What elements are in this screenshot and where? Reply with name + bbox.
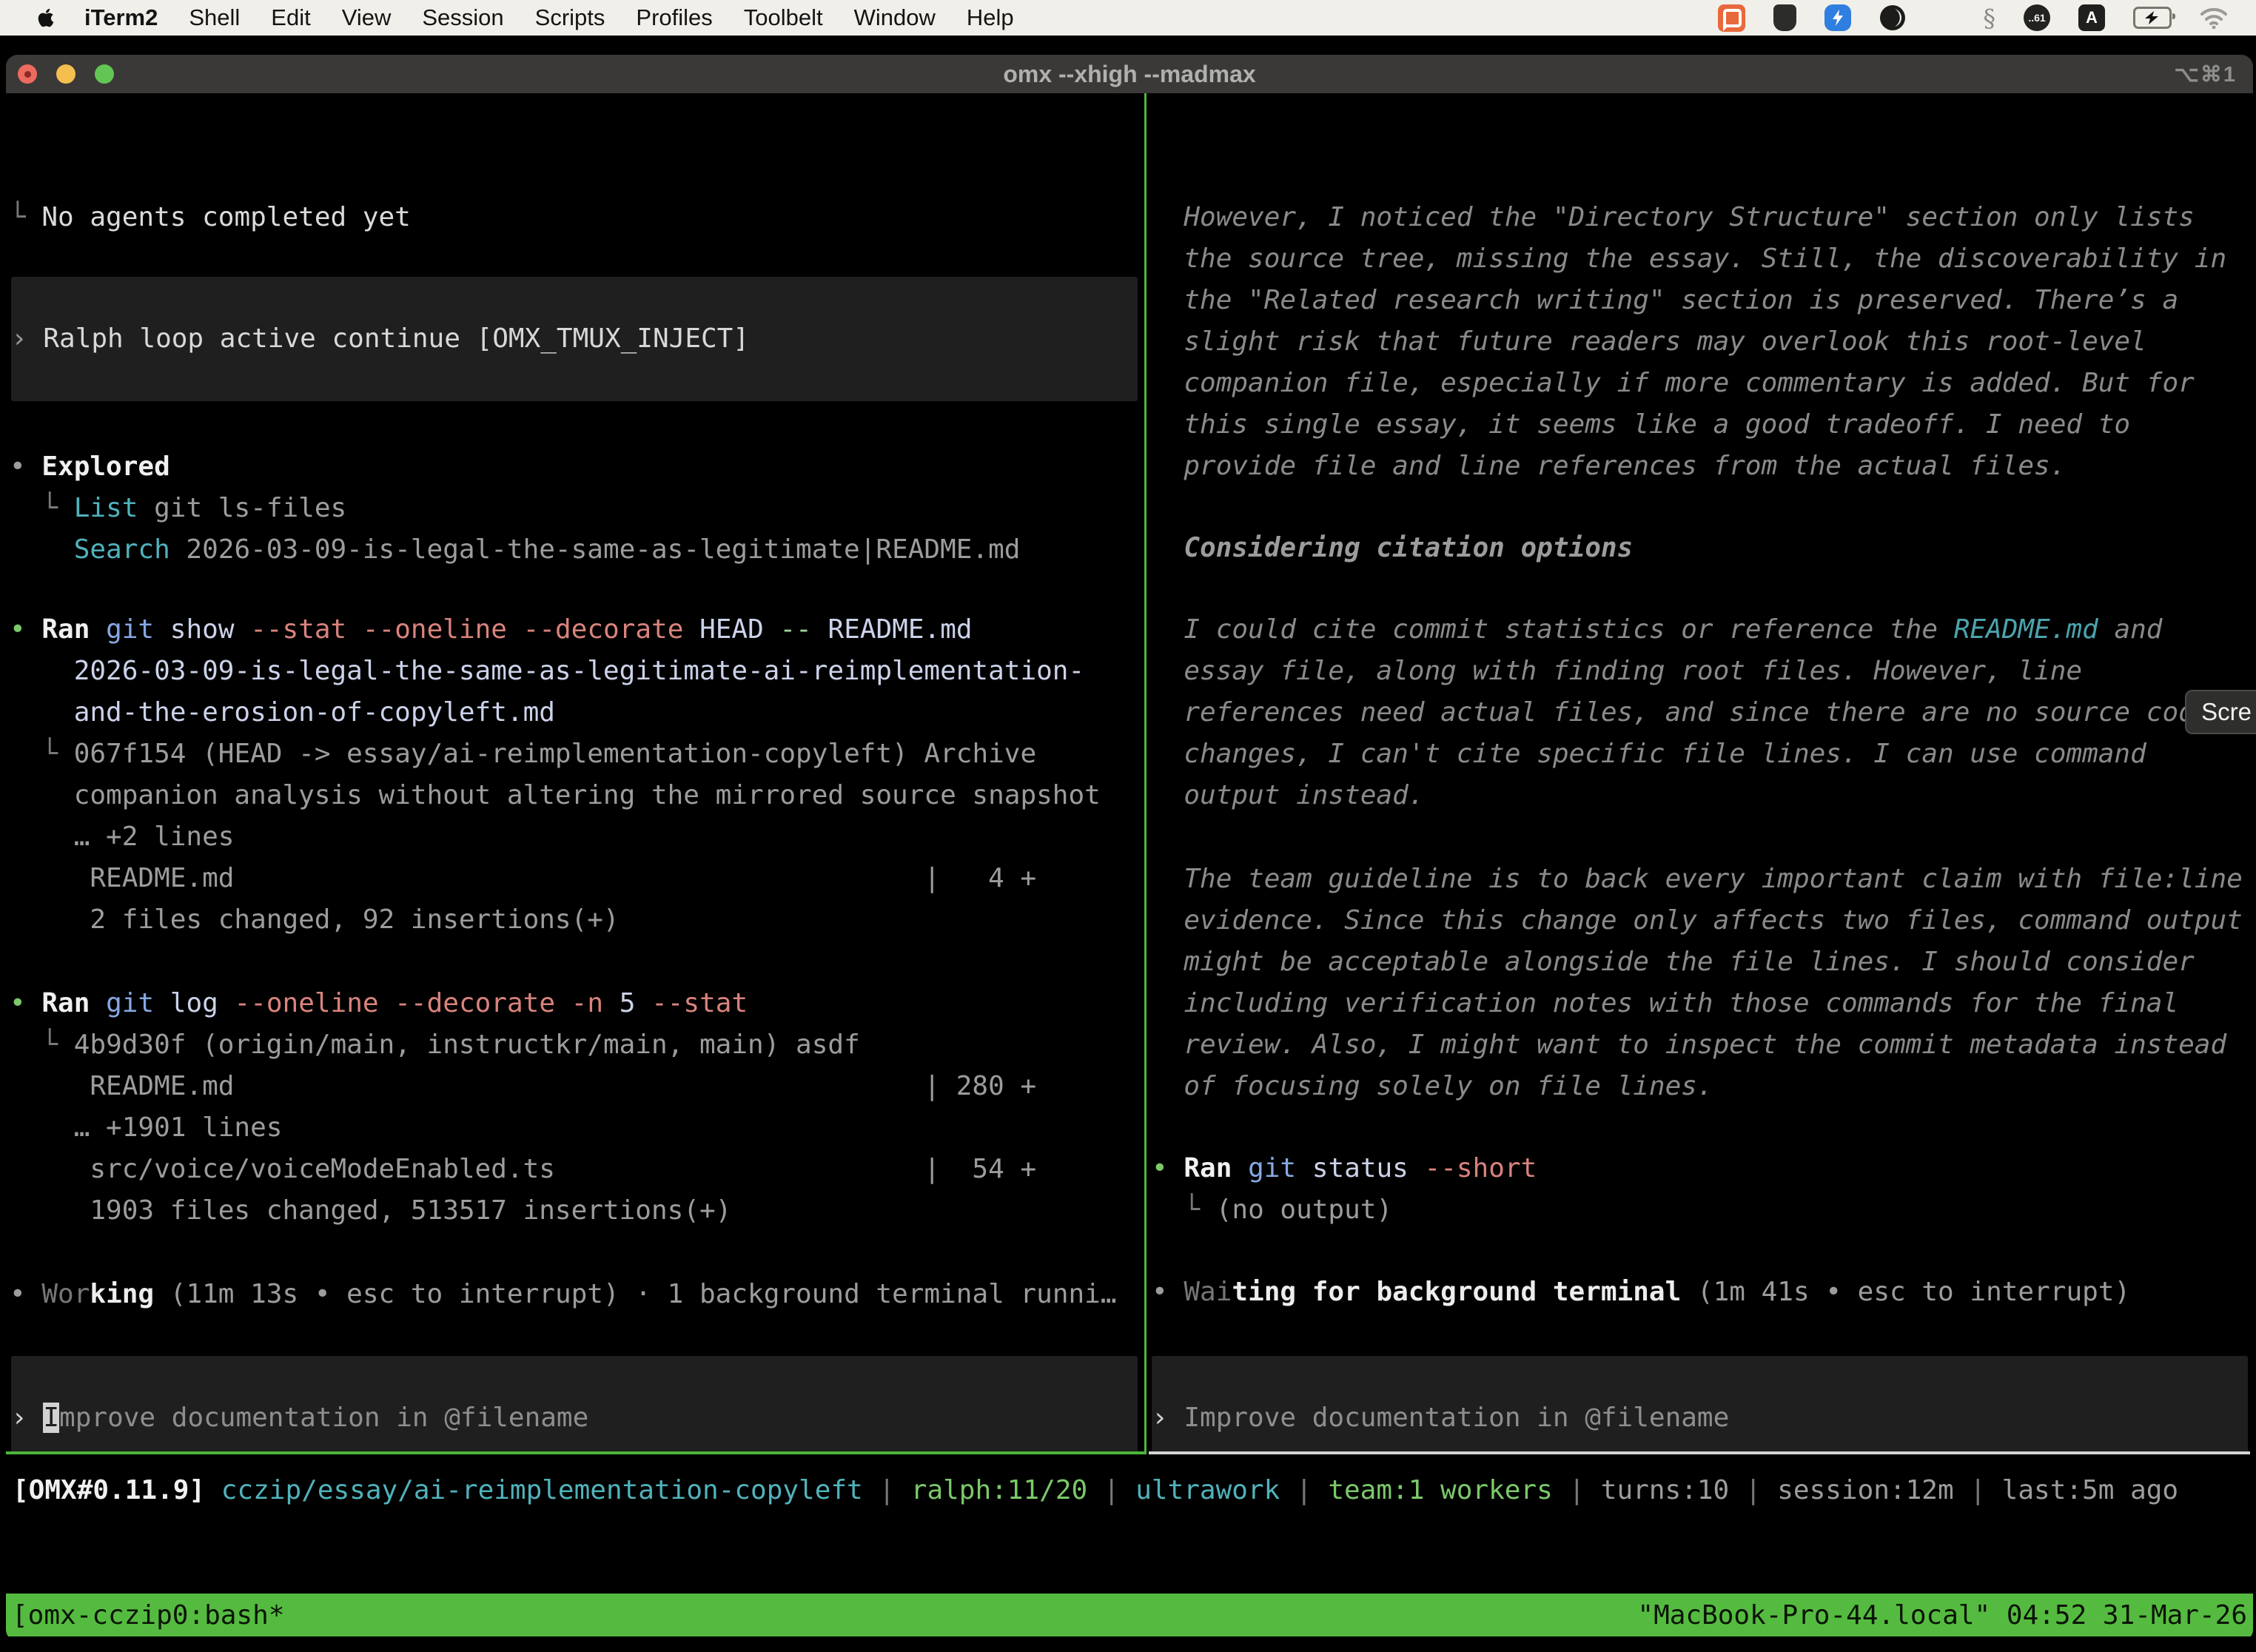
terminal-line: companion file, especially if more comme… [1152,363,2253,404]
terminal-line: └ No agents completed yet [10,197,1144,238]
terminal-line: └ (no output) [1152,1189,2253,1231]
blue-bolt-icon[interactable] [1824,4,1851,31]
menu-items: iTerm2 Shell Edit View Session Scripts Profile… [84,4,1014,31]
a-app-icon[interactable]: A [2078,4,2105,31]
right-terminal-pane[interactable]: However, I noticed the "Directory Struct… [1147,93,2253,1451]
terminal-line: • Explored [10,446,1144,488]
terminal-line: 2026-03-09-is-legal-the-same-as-legitima… [10,651,1144,692]
prompt-input[interactable]: › Ralph loop active continue [OMX_TMUX_I… [11,277,1138,401]
menu-status-icons: § ..61 A [1718,4,2256,33]
apple-icon[interactable] [37,7,55,28]
terminal-line: [OMX#0.11.9] cczip/essay/ai-reimplementa… [13,1470,2253,1511]
terminal-line: • Ran git show --stat --oneline --decora… [10,609,1144,651]
screen-edge-tooltip: Scre [2185,690,2256,734]
inactive-pane-border [1149,1451,2250,1454]
terminal-line: 2 files changed, 92 insertions(+) [10,899,1144,941]
terminal-line: the "Related research writing" section i… [1152,280,2253,321]
terminal-line: └ 067f154 (HEAD -> essay/ai-reimplementa… [10,733,1144,775]
terminal-line: references need actual files, and since … [1152,692,2253,733]
pane-bottom-border [6,1451,2253,1454]
screen: iTerm2 Shell Edit View Session Scripts Profile… [0,0,2256,1652]
left-terminal-pane[interactable]: └ No agents completed yet › Ralph loop ac… [6,93,1144,1451]
terminal-line: of focusing solely on file lines. [1152,1066,2253,1107]
battery-icon[interactable] [2133,7,2172,29]
menu-item-shell[interactable]: Shell [189,4,240,31]
menu-item-iterm2[interactable]: iTerm2 [84,4,158,31]
active-pane-border [6,1451,1147,1454]
terminal-line: essay file, along with finding root file… [1152,651,2253,692]
tmux-host-clock: "MacBook-Pro-44.local" 04:52 31-Mar-26 [1637,1600,2247,1631]
menu-item-scripts[interactable]: Scripts [535,4,605,31]
spacer [1152,569,2253,609]
terminal-line: changes, I can't cite specific file line… [1152,733,2253,775]
chat-app-icon[interactable] [1718,4,1745,32]
terminal-line: The team guideline is to back every impo… [1152,859,2253,900]
omx-status-bar: [OMX#0.11.9] cczip/essay/ai-reimplementa… [6,1454,2253,1594]
spacer [1152,1107,2253,1148]
spacer [10,1232,1144,1274]
terminal-line: the source tree, missing the essay. Stil… [1152,238,2253,280]
terminal-line: including verification notes with those … [1152,983,2253,1024]
spacer [10,1315,1144,1356]
terminal-line: └ List git ls-files [10,488,1144,529]
window-title: omx --xhigh --madmax [6,61,2253,88]
crescent-icon[interactable] [1879,4,1906,31]
terminal-line: provide file and line references from th… [1152,446,2253,487]
terminal-line: this single essay, it seems like a good … [1152,404,2253,446]
menu-item-session[interactable]: Session [422,4,503,31]
dots-grid-icon[interactable] [1934,7,1955,29]
menu-item-edit[interactable]: Edit [271,4,310,31]
terminal-line: 1903 files changed, 513517 insertions(+) [10,1190,1144,1232]
spacer [10,401,1144,446]
terminal-line: evidence. Since this change only affects… [1152,900,2253,941]
spacer [10,571,1144,609]
squiggle-icon[interactable]: § [1984,4,1996,33]
terminal-line: output instead. [1152,775,2253,816]
terminal-line: └ 4b9d30f (origin/main, instructkr/main,… [10,1024,1144,1066]
terminal-line: I could cite commit statistics or refere… [1152,609,2253,651]
menu-item-view[interactable]: View [342,4,392,31]
menu-bar: iTerm2 Shell Edit View Session Scripts Profile… [0,0,2256,36]
terminal-line: src/voice/voiceModeEnabled.ts | 54 + [10,1149,1144,1190]
shield-grid-icon[interactable] [1773,4,1796,31]
terminal-line: companion analysis without altering the … [10,775,1144,816]
terminal-line: slight risk that future readers may over… [1152,321,2253,363]
tmux-session-label: [omx-cczip0:bash* [12,1600,284,1631]
badge-61-icon[interactable]: ..61 [2024,4,2050,31]
terminal-line: However, I noticed the "Directory Struct… [1152,197,2253,238]
menu-item-toolbelt[interactable]: Toolbelt [744,4,823,31]
menu-item-window[interactable]: Window [854,4,936,31]
tmux-status-bar: [omx-cczip0:bash* "MacBook-Pro-44.local"… [6,1594,2253,1636]
spacer [1152,816,2253,859]
terminal-line: Considering citation options [1152,528,2253,569]
prompt-input[interactable]: › Improve documentation in @filename [11,1356,1138,1451]
tooltip-label: Scre [2201,698,2252,726]
spacer [1152,487,2253,528]
spacer [1152,1313,2253,1356]
iterm-window: omx --xhigh --madmax ⌥⌘1 └ No agents com… [6,55,2253,1640]
wifi-icon[interactable] [2200,7,2228,29]
spacer [10,941,1144,983]
window-shortcut: ⌥⌘1 [2174,61,2237,87]
terminal-line: • Ran git log --oneline --decorate -n 5 … [10,983,1144,1024]
title-bar[interactable]: omx --xhigh --madmax ⌥⌘1 [6,55,2253,93]
terminal-line: • Ran git status --short [1152,1148,2253,1189]
terminal-line: README.md | 280 + [10,1066,1144,1107]
terminal-line: and-the-erosion-of-copyleft.md [10,692,1144,733]
spacer [10,238,1144,277]
prompt-input[interactable]: › Improve documentation in @filename [1152,1356,2248,1451]
spacer [1152,1231,2253,1272]
menu-item-help[interactable]: Help [967,4,1014,31]
terminal-line: … +2 lines [10,816,1144,858]
terminal-line: review. Also, I might want to inspect th… [1152,1024,2253,1066]
terminal-line: … +1901 lines [10,1107,1144,1149]
terminal-line: README.md | 4 + [10,858,1144,899]
terminal-line: • Working (11m 13s • esc to interrupt) ·… [10,1274,1144,1315]
menu-item-profiles[interactable]: Profiles [636,4,712,31]
terminal-line: might be acceptable alongside the file l… [1152,941,2253,983]
terminal-line: Search 2026-03-09-is-legal-the-same-as-l… [10,529,1144,571]
terminal-line: • Waiting for background terminal (1m 41… [1152,1272,2253,1313]
